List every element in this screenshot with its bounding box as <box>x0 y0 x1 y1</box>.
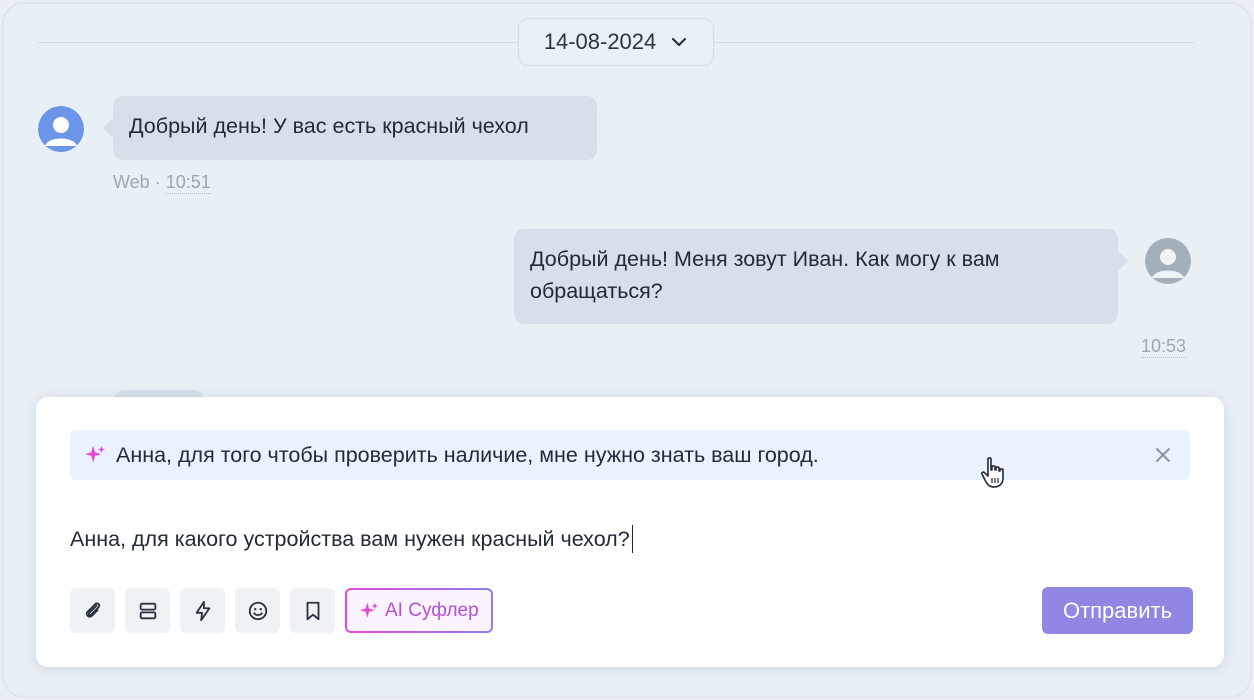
ai-suggestion[interactable]: Анна, для того чтобы проверить наличие, … <box>70 430 1190 488</box>
template-icon <box>139 602 156 619</box>
outgoing-message-text-line1: Добрый день! Меня зовут Иван. Как могу к… <box>530 247 1000 271</box>
ai-prompter-label: AI Суфлер <box>385 599 479 621</box>
emoji-icon <box>248 601 267 620</box>
emoji-button[interactable] <box>235 588 280 633</box>
chevron-down-icon <box>672 37 687 47</box>
incoming-message-bubble: Добрый день! У вас есть красный чехол <box>103 96 597 160</box>
ai-suggestion-text: Анна, для того чтобы проверить наличие, … <box>116 442 819 467</box>
paperclip-icon <box>85 601 100 618</box>
incoming-message-time[interactable]: 10:51 <box>165 172 211 194</box>
sparkle-icon <box>359 602 379 618</box>
message-input-value: Анна, для какого устройства вам нужен кр… <box>70 526 630 551</box>
templates-button[interactable] <box>125 588 170 633</box>
lightning-icon <box>195 600 210 621</box>
date-selector[interactable]: 14-08-2024 <box>518 18 714 66</box>
user-avatar-icon <box>1145 238 1191 284</box>
sparkle-icon <box>84 445 106 463</box>
meta-separator: · <box>154 172 161 192</box>
text-caret <box>631 525 634 553</box>
attach-button[interactable] <box>70 588 115 633</box>
user-avatar-icon <box>38 106 84 152</box>
chat-window: 14-08-2024 Добрый день! У вас есть красн… <box>2 2 1252 698</box>
message-input[interactable]: Анна, для какого устройства вам нужен кр… <box>70 525 634 553</box>
message-composer: Анна, для того чтобы проверить наличие, … <box>36 397 1224 667</box>
agent-avatar <box>1145 238 1191 284</box>
incoming-message-meta: Web · 10:51 <box>113 172 211 194</box>
outgoing-message-bubble: Добрый день! Меня зовут Иван. Как могу к… <box>514 229 1128 324</box>
incoming-message-text: Добрый день! У вас есть красный чехол <box>129 114 529 138</box>
message-channel: Web <box>113 172 150 192</box>
outgoing-message-time[interactable]: 10:53 <box>1141 336 1187 358</box>
bookmark-button[interactable] <box>290 588 335 633</box>
date-value: 14-08-2024 <box>543 29 657 54</box>
close-icon[interactable] <box>1152 444 1174 466</box>
quick-reply-button[interactable] <box>180 588 225 633</box>
send-button[interactable]: Отправить <box>1042 587 1193 634</box>
customer-avatar <box>38 106 84 152</box>
ai-prompter-button[interactable]: AI Суфлер <box>345 588 493 633</box>
bookmark-icon <box>306 601 319 620</box>
outgoing-message-text-line2: обращаться? <box>530 279 663 303</box>
outgoing-message-meta: 10:53 <box>1141 336 1187 358</box>
composer-toolbar: AI Суфлер <box>70 588 493 633</box>
send-button-label: Отправить <box>1062 597 1173 623</box>
hand-cursor-icon <box>981 457 1004 488</box>
